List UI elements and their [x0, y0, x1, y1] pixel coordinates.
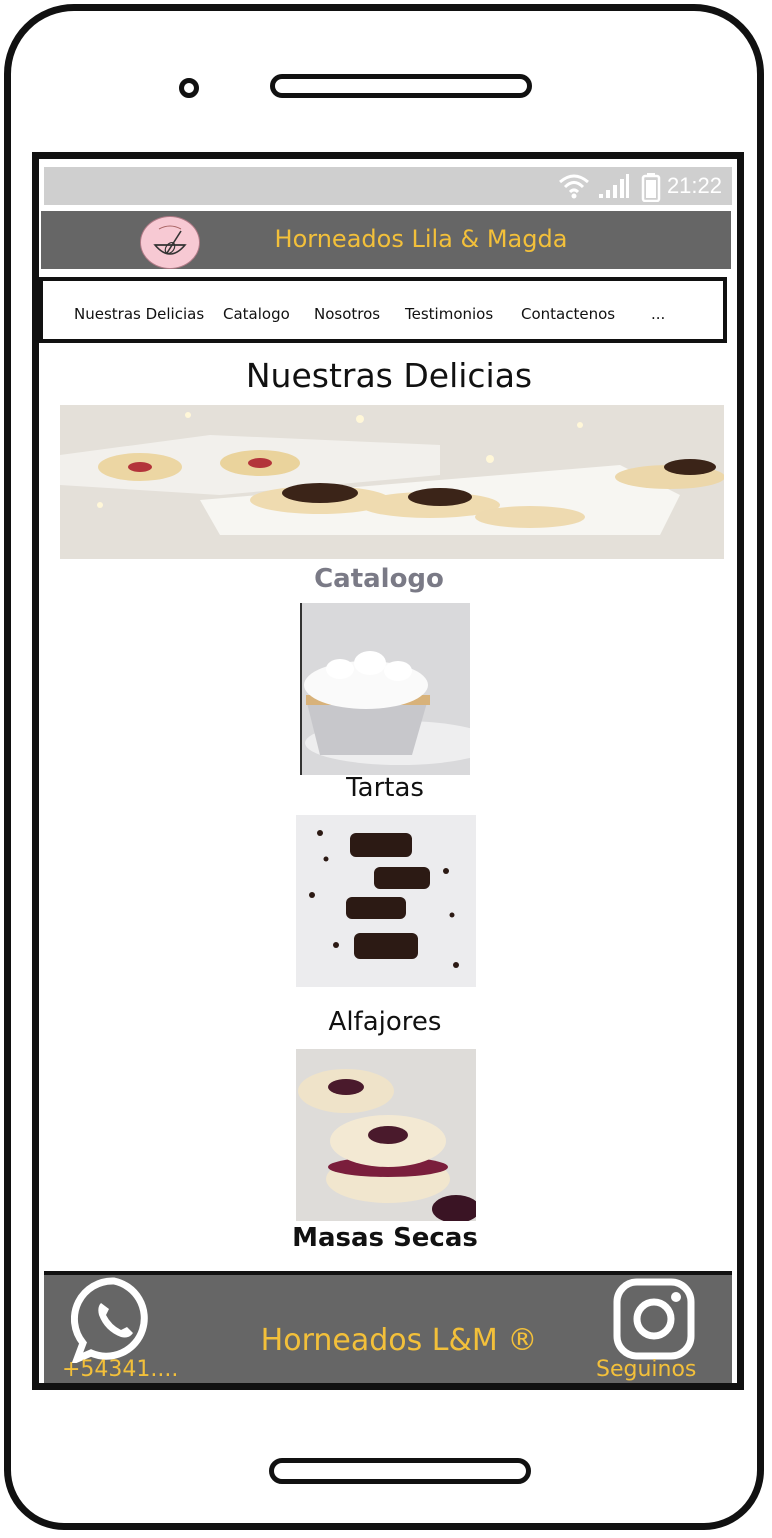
nav-item-contactenos[interactable]: Contactenos — [521, 305, 615, 323]
top-nav: Nuestras Delicias Catalogo Nosotros Test… — [39, 277, 727, 343]
nav-item-catalogo[interactable]: Catalogo — [223, 305, 290, 323]
product-image-tartas[interactable] — [300, 603, 470, 775]
nav-item-testimonios[interactable]: Testimonios — [405, 305, 493, 323]
app-header: Horneados Lila & Magda — [41, 211, 731, 269]
signal-icon — [599, 174, 629, 198]
footer-brand: Horneados L&M ® — [260, 1323, 538, 1358]
status-time: 21:22 — [666, 173, 722, 198]
whatsapp-icon[interactable] — [71, 1277, 157, 1363]
status-bar: 21:22 — [44, 167, 732, 205]
app-footer: +54341.... Horneados L&M ® Seguinos — [44, 1271, 732, 1383]
follow-link[interactable]: Seguinos — [596, 1357, 696, 1382]
wifi-icon — [559, 174, 589, 199]
nav-item-nuestras-delicias[interactable]: Nuestras Delicias — [74, 305, 204, 323]
product-label-alfajores: Alfajores — [328, 1007, 442, 1037]
brand-logo[interactable] — [140, 216, 200, 269]
app-title: Horneados Lila & Magda — [274, 225, 568, 253]
home-button[interactable] — [269, 1458, 531, 1484]
instagram-icon[interactable] — [613, 1278, 695, 1360]
speaker — [270, 74, 532, 98]
product-label-masas-secas: Masas Secas — [292, 1223, 478, 1253]
camera — [179, 78, 199, 98]
hero-image — [60, 405, 724, 559]
product-image-masas-secas[interactable] — [296, 1049, 476, 1221]
product-label-tartas: Tartas — [346, 773, 424, 803]
phone-screen: 21:22 Horneados Lila & Magda Nuestras De… — [32, 152, 744, 1390]
phone-number[interactable]: +54341.... — [62, 1357, 178, 1382]
page-title: Nuestras Delicias — [245, 356, 533, 395]
battery-icon — [641, 173, 661, 202]
whisk-icon — [153, 225, 187, 255]
product-image-alfajores[interactable] — [296, 815, 476, 987]
nav-item-more[interactable]: ... — [651, 305, 665, 323]
nav-item-nosotros[interactable]: Nosotros — [314, 305, 380, 323]
catalog-heading[interactable]: Catalogo — [39, 564, 719, 594]
